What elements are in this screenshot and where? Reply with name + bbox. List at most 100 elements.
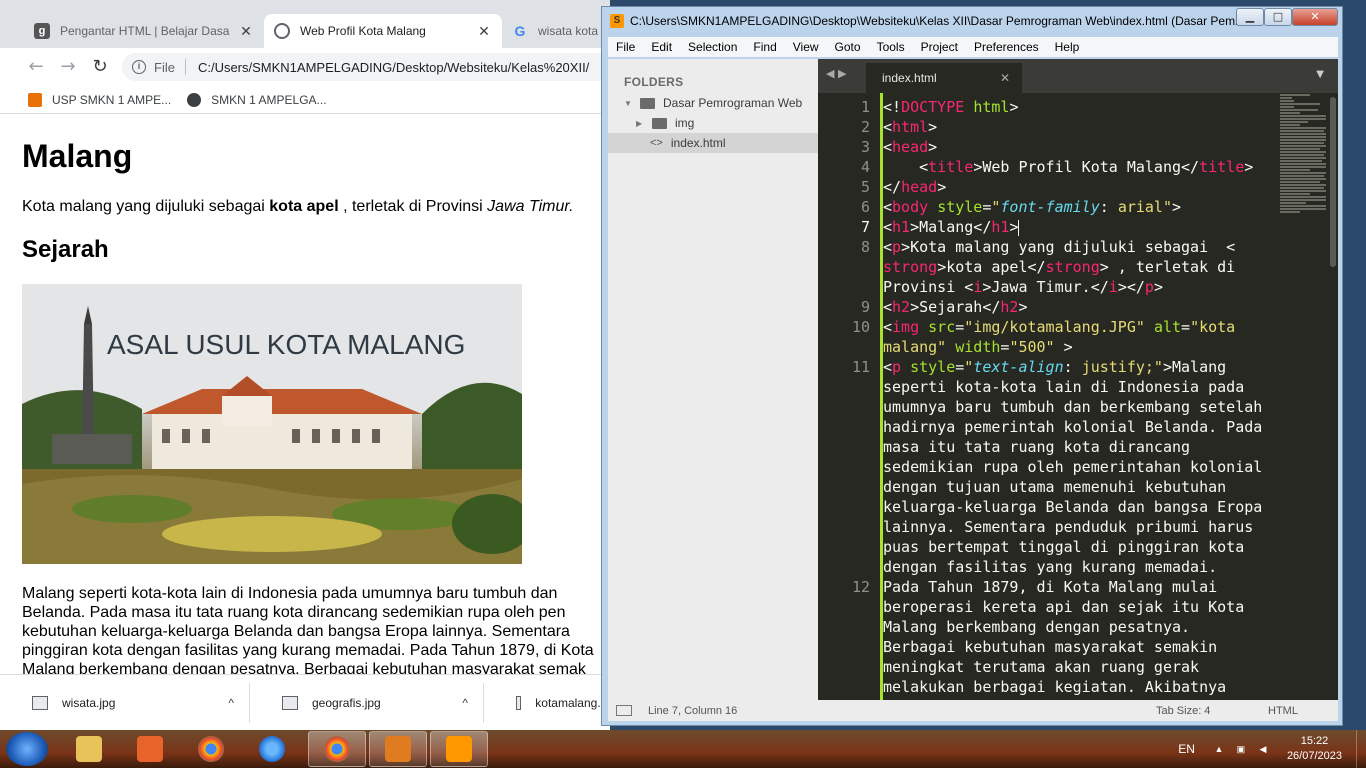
chevron-up-icon[interactable]: ^ xyxy=(228,696,234,710)
code-line[interactable]: lainnya. Sementara penduduk pribumi haru… xyxy=(883,517,1253,537)
code-line[interactable]: <p>Kota malang yang dijuluki sebagai < xyxy=(883,237,1235,257)
code-line[interactable]: seperti kota-kota lain di Indonesia pada xyxy=(883,377,1244,397)
code-line[interactable]: umumnya baru tumbuh dan berkembang setel… xyxy=(883,397,1262,417)
image-file-icon xyxy=(516,696,522,710)
editor-scrollbar[interactable] xyxy=(1328,93,1338,700)
code-line[interactable]: beroperasi kereta api dan sejak itu Kota xyxy=(883,597,1244,617)
menu-find[interactable]: Find xyxy=(745,40,784,54)
browser-tab-wisata[interactable]: G wisata kota xyxy=(502,14,610,48)
menu-selection[interactable]: Selection xyxy=(680,40,745,54)
browser-tab-strip: g Pengantar HTML | Belajar Dasar H ✕ Web… xyxy=(0,0,610,48)
maximize-button[interactable]: □ xyxy=(1264,8,1292,26)
menu-edit[interactable]: Edit xyxy=(643,40,680,54)
code-line[interactable]: melakukan berbagai kegiatan. Akibatnya xyxy=(883,677,1226,697)
code-area[interactable]: <!DOCTYPE html> <html> <head> <title>Web P… xyxy=(880,93,1280,700)
code-line[interactable]: <h1>Malang</h1> xyxy=(883,217,1020,237)
download-item-geografis[interactable]: geografis.jpg ^ xyxy=(250,675,484,730)
code-line[interactable]: <html> xyxy=(883,117,937,137)
tab-nav-arrows-icon[interactable]: ◀ ▶ xyxy=(826,67,846,80)
code-line[interactable]: <img src="img/kotamalang.JPG" alt="kota xyxy=(883,317,1235,337)
tab-close-icon[interactable]: ✕ xyxy=(1000,71,1010,85)
code-line[interactable]: keluarga-keluarga Belanda dan bangsa Ero… xyxy=(883,497,1262,517)
code-line[interactable]: hadirnya pemerintah kolonial Belanda. Pa… xyxy=(883,417,1262,437)
code-line[interactable]: <title>Web Profil Kota Malang</title> xyxy=(883,157,1253,177)
volume-icon[interactable]: ◀ xyxy=(1257,743,1269,755)
menu-file[interactable]: File xyxy=(608,40,643,54)
code-line[interactable]: Malang berkembang dengan pesatnya. xyxy=(883,617,1190,637)
address-bar[interactable]: i File C:/Users/SMKN1AMPELGADING/Desktop… xyxy=(122,53,610,81)
taskbar-chrome-active[interactable] xyxy=(308,731,366,767)
download-item-wisata[interactable]: wisata.jpg ^ xyxy=(0,675,250,730)
code-line[interactable]: </head> xyxy=(883,177,946,197)
code-line[interactable]: dengan tujuan utama memenuhi kebutuhan xyxy=(883,477,1226,497)
code-editor[interactable]: 1 2 3 4 5 6 7 8 9 10 11 12 <!DOCTYPE htm… xyxy=(818,93,1338,700)
taskbar-chrome[interactable] xyxy=(182,731,240,767)
menu-tools[interactable]: Tools xyxy=(869,40,913,54)
code-line[interactable]: meningkat terutama akan ruang gerak xyxy=(883,657,1199,677)
taskbar-file-explorer[interactable] xyxy=(60,731,118,767)
globe-icon xyxy=(274,23,290,39)
taskbar-internet-explorer[interactable] xyxy=(243,731,301,767)
close-button[interactable]: ✕ xyxy=(1292,8,1338,26)
menu-goto[interactable]: Goto xyxy=(827,40,869,54)
panel-toggle-icon[interactable] xyxy=(616,705,632,716)
line-number: 11 xyxy=(851,358,870,376)
code-line[interactable]: <body style="font-family: arial"> xyxy=(883,197,1181,217)
code-line[interactable]: <h2>Sejarah</h2> xyxy=(883,297,1028,317)
taskbar-sublime-text[interactable] xyxy=(430,731,488,767)
tab-dropdown-icon[interactable]: ▼ xyxy=(1316,69,1324,80)
tab-size-selector[interactable]: Tab Size: 4 xyxy=(1156,705,1268,717)
editor-tab-index[interactable]: index.html ✕ xyxy=(866,63,1022,93)
menu-help[interactable]: Help xyxy=(1047,40,1088,54)
minimap[interactable] xyxy=(1280,93,1328,253)
address-url[interactable]: C:/Users/SMKN1AMPELGADING/Desktop/Websit… xyxy=(198,60,589,75)
info-icon[interactable]: i xyxy=(132,60,146,74)
code-line[interactable]: puas bertempat tinggal di pinggiran kota xyxy=(883,537,1244,557)
show-desktop-button[interactable] xyxy=(1356,730,1366,768)
sidebar-folder-img[interactable]: ▶ img xyxy=(636,113,694,133)
taskbar-pdf-reader[interactable] xyxy=(121,731,179,767)
syntax-selector[interactable]: HTML xyxy=(1268,705,1338,717)
start-button[interactable] xyxy=(6,732,48,766)
tab-title: Pengantar HTML | Belajar Dasar H xyxy=(60,24,230,38)
taskbar-java-app[interactable] xyxy=(369,731,427,767)
tray-expand-icon[interactable]: ▲ xyxy=(1213,743,1225,755)
scrollbar-thumb[interactable] xyxy=(1330,97,1336,267)
menu-preferences[interactable]: Preferences xyxy=(966,40,1047,54)
expand-arrow-icon[interactable]: ▼ xyxy=(624,99,634,108)
code-line[interactable]: sedemikian rupa oleh pemerintahan koloni… xyxy=(883,457,1262,477)
window-titlebar[interactable]: S C:\Users\SMKN1AMPELGADING\Desktop\Webs… xyxy=(602,7,1344,35)
sidebar-folder-root[interactable]: ▼ Dasar Pemrograman Web xyxy=(624,93,802,113)
minimize-button[interactable]: ▁ xyxy=(1236,8,1264,26)
bookmark-usp[interactable]: USP SMKN 1 AMPE... xyxy=(28,92,171,107)
language-indicator[interactable]: EN xyxy=(1178,742,1195,756)
tab-close-icon[interactable]: ✕ xyxy=(476,23,492,40)
reload-icon[interactable]: ↻ xyxy=(88,56,112,80)
sidebar-file-index[interactable]: <> index.html xyxy=(608,133,818,153)
collapse-arrow-icon[interactable]: ▶ xyxy=(636,119,646,128)
forward-arrow-icon[interactable]: → xyxy=(56,56,80,80)
code-line[interactable]: Provinsi <i>Jawa Timur.</i></p> xyxy=(883,277,1163,297)
line-number: 4 xyxy=(860,158,870,176)
tab-close-icon[interactable]: ✕ xyxy=(238,23,254,40)
back-arrow-icon[interactable]: ← xyxy=(24,56,48,80)
code-line[interactable]: malang" width="500" > xyxy=(883,337,1073,357)
code-line[interactable]: <p style="text-align: justify;">Malang xyxy=(883,357,1226,377)
code-line[interactable]: Pada Tahun 1879, di Kota Malang mulai xyxy=(883,577,1217,597)
browser-tab-web-profil[interactable]: Web Profil Kota Malang ✕ xyxy=(264,14,502,48)
code-line[interactable]: masa itu tata ruang kota dirancang xyxy=(883,437,1190,457)
menu-view[interactable]: View xyxy=(785,40,827,54)
chevron-up-icon[interactable]: ^ xyxy=(462,696,468,710)
google-icon: G xyxy=(514,23,526,39)
code-line[interactable]: strong>kota apel</strong> , terletak di xyxy=(883,257,1235,277)
download-item-kotamalang[interactable]: kotamalang.JPG xyxy=(484,675,610,730)
browser-tab-pengantar-html[interactable]: g Pengantar HTML | Belajar Dasar H ✕ xyxy=(24,14,264,48)
network-icon[interactable]: ▣ xyxy=(1235,743,1247,755)
code-line[interactable]: <head> xyxy=(883,137,937,157)
menu-project[interactable]: Project xyxy=(913,40,966,54)
code-line[interactable]: dengan fasilitas yang kurang memadai. xyxy=(883,557,1217,577)
clock[interactable]: 15:22 26/07/2023 xyxy=(1287,734,1342,764)
code-line[interactable]: Berbagai kebutuhan masyarakat semakin xyxy=(883,637,1217,657)
bookmark-smkn[interactable]: SMKN 1 AMPELGA... xyxy=(187,92,327,107)
code-line[interactable]: <!DOCTYPE html> xyxy=(883,97,1018,117)
